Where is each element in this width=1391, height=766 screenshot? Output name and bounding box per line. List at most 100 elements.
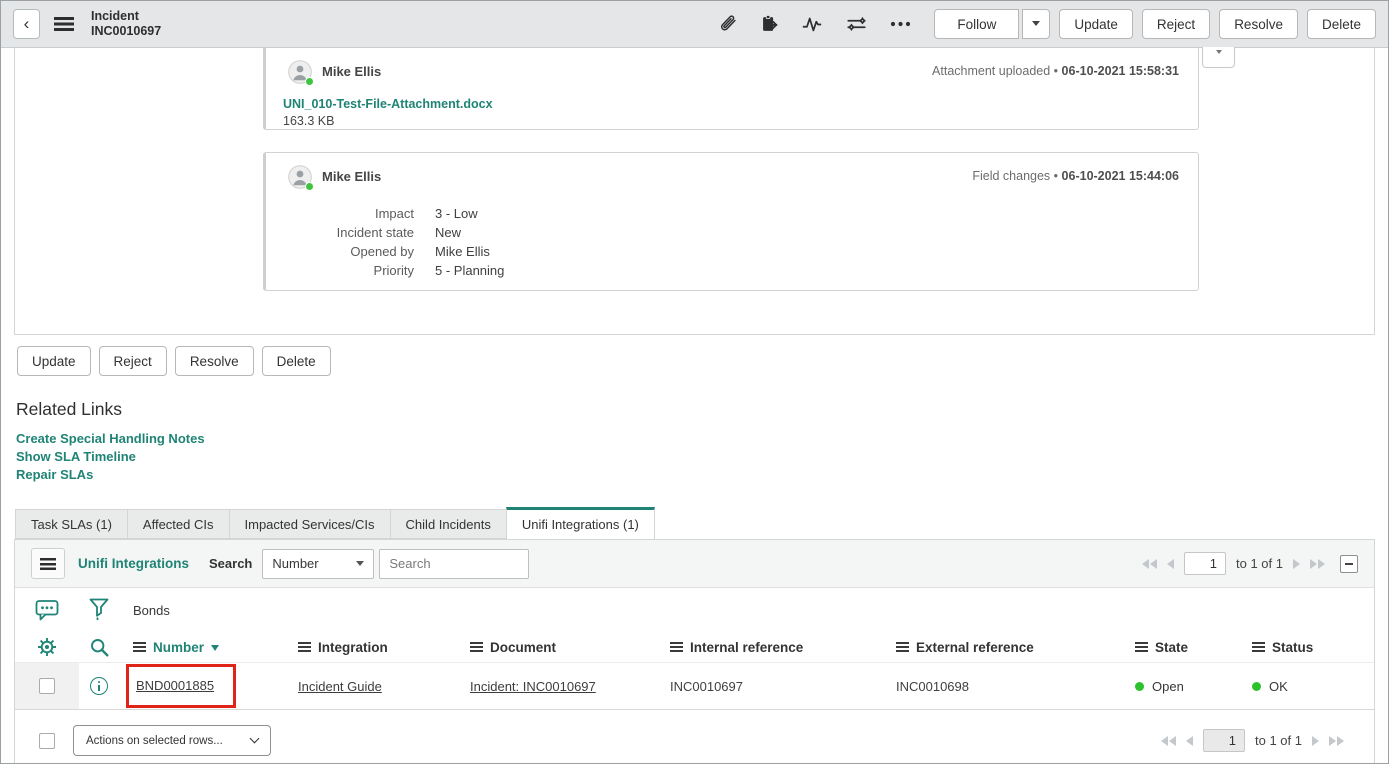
gear-icon[interactable] xyxy=(15,632,79,662)
last-page-icon[interactable] xyxy=(1329,736,1344,746)
first-page-icon[interactable] xyxy=(1142,559,1157,569)
record-number: INC0010697 xyxy=(91,24,161,39)
update-button[interactable]: Update xyxy=(17,346,91,376)
related-list-tabs: Task SLAs (1) Affected CIs Impacted Serv… xyxy=(15,507,1388,539)
back-chevron-icon: ‹ xyxy=(24,14,30,34)
tab-affected-cis[interactable]: Affected CIs xyxy=(127,509,230,539)
related-links-heading: Related Links xyxy=(16,399,1388,420)
avatar xyxy=(288,60,312,84)
activity-action: Field changes xyxy=(972,169,1050,183)
delete-button[interactable]: Delete xyxy=(262,346,331,376)
tab-task-slas[interactable]: Task SLAs (1) xyxy=(15,509,128,539)
search-input[interactable] xyxy=(379,549,529,579)
related-link-repair-slas[interactable]: Repair SLAs xyxy=(16,466,1388,484)
paperclip-icon[interactable] xyxy=(717,13,738,35)
related-link-show-sla-timeline[interactable]: Show SLA Timeline xyxy=(16,448,1388,466)
list-group-row: Bonds xyxy=(15,588,1374,632)
list-pagination-top: to 1 of 1 xyxy=(1142,552,1325,575)
clipboard-export-icon[interactable] xyxy=(759,13,779,35)
column-menu-icon xyxy=(1135,642,1148,652)
collapse-list-button[interactable] xyxy=(1340,555,1358,573)
resolve-button[interactable]: Resolve xyxy=(175,346,254,376)
follow-button[interactable]: Follow xyxy=(934,9,1019,39)
highlight-annotation: BND0001885 xyxy=(126,664,236,708)
personalize-icon[interactable] xyxy=(845,13,868,35)
page-title: Incident INC0010697 xyxy=(91,9,161,39)
related-link-create-special-handling-notes[interactable]: Create Special Handling Notes xyxy=(16,430,1388,448)
state-green-dot xyxy=(1135,682,1144,691)
group-label: Bonds xyxy=(119,603,1374,618)
row-select-cell xyxy=(15,663,79,709)
app-window: ‹ Incident INC0010697 Follow xyxy=(0,0,1389,764)
tab-child-incidents[interactable]: Child Incidents xyxy=(390,509,507,539)
update-button[interactable]: Update xyxy=(1059,9,1133,39)
list-menu-button[interactable] xyxy=(31,548,65,579)
page-number-input[interactable] xyxy=(1184,552,1226,575)
next-page-icon[interactable] xyxy=(1312,736,1319,746)
list-title[interactable]: Unifi Integrations xyxy=(78,556,189,571)
hamburger-icon xyxy=(40,558,56,570)
cell-integration: Incident Guide xyxy=(284,679,456,694)
activity-entry-attachment: Mike Ellis Attachment uploaded • 06-10-2… xyxy=(263,48,1199,130)
presence-dot xyxy=(305,77,314,86)
follow-dropdown-button[interactable] xyxy=(1022,9,1050,39)
attachment-size: 163.3 KB xyxy=(283,114,1198,128)
cell-state: Open xyxy=(1121,679,1238,694)
actions-select[interactable]: Actions on selected rows... xyxy=(73,725,271,756)
back-button[interactable]: ‹ xyxy=(13,9,40,39)
column-header-document[interactable]: Document xyxy=(456,640,656,655)
page-number-input[interactable] xyxy=(1203,729,1245,752)
attachment-link[interactable]: UNI_010-Test-File-Attachment.docx xyxy=(283,97,493,111)
column-header-integration[interactable]: Integration xyxy=(284,640,456,655)
activity-action: Attachment uploaded xyxy=(932,64,1050,78)
table-row: BND0001885 Incident Guide Incident: INC0… xyxy=(15,663,1374,710)
column-header-external-reference[interactable]: External reference xyxy=(882,640,1121,655)
activity-stream-panel: Mike Ellis Attachment uploaded • 06-10-2… xyxy=(14,48,1375,335)
list-toolbar: Unifi Integrations Search Number to 1 of… xyxy=(15,540,1374,588)
comments-bubble-icon[interactable] xyxy=(15,588,79,632)
column-header-number[interactable]: Number xyxy=(119,639,284,655)
field-changes-list: Impact3 - Low Incident stateNew Opened b… xyxy=(266,204,1198,280)
filter-funnel-icon[interactable] xyxy=(79,588,119,632)
cell-document: Incident: INC0010697 xyxy=(456,679,656,694)
tab-impacted-services-cis[interactable]: Impacted Services/CIs xyxy=(229,509,391,539)
list-pagination-bottom: to 1 of 1 xyxy=(1161,729,1344,752)
bond-number-link[interactable]: BND0001885 xyxy=(136,678,214,693)
column-header-status[interactable]: Status xyxy=(1238,640,1374,655)
activity-stream-icon[interactable] xyxy=(800,13,824,35)
resolve-button[interactable]: Resolve xyxy=(1219,9,1298,39)
search-column-value: Number xyxy=(272,556,318,571)
last-page-icon[interactable] xyxy=(1310,559,1325,569)
column-header-state[interactable]: State xyxy=(1121,640,1238,655)
search-rows-icon[interactable] xyxy=(79,632,119,662)
collapsed-toolbar-button[interactable] xyxy=(1202,47,1235,68)
reject-button[interactable]: Reject xyxy=(1142,9,1210,39)
next-page-icon[interactable] xyxy=(1293,559,1300,569)
column-menu-icon xyxy=(470,642,483,652)
presence-dot xyxy=(305,182,314,191)
column-header-internal-reference[interactable]: Internal reference xyxy=(656,640,882,655)
activity-timestamp: 06-10-2021 15:44:06 xyxy=(1062,169,1179,183)
cell-internal-reference: INC0010697 xyxy=(656,679,882,694)
info-icon[interactable] xyxy=(79,663,119,709)
chevron-down-icon xyxy=(1032,21,1040,30)
reject-button[interactable]: Reject xyxy=(99,346,167,376)
previous-page-icon[interactable] xyxy=(1186,736,1193,746)
context-menu-icon[interactable] xyxy=(54,17,74,31)
tab-unifi-integrations[interactable]: Unifi Integrations (1) xyxy=(506,507,655,540)
integration-link[interactable]: Incident Guide xyxy=(298,679,382,694)
previous-page-icon[interactable] xyxy=(1167,559,1174,569)
delete-button[interactable]: Delete xyxy=(1307,9,1376,39)
first-page-icon[interactable] xyxy=(1161,736,1176,746)
activity-user: Mike Ellis xyxy=(322,64,381,79)
field-label: Opened by xyxy=(266,242,414,261)
document-link[interactable]: Incident: INC0010697 xyxy=(470,679,596,694)
cell-number: BND0001885 xyxy=(119,664,284,708)
search-label: Search xyxy=(209,556,252,571)
search-column-select[interactable]: Number xyxy=(262,549,374,579)
row-checkbox[interactable] xyxy=(39,678,55,694)
cell-external-reference: INC0010698 xyxy=(882,679,1121,694)
more-options-icon[interactable] xyxy=(889,20,912,28)
avatar xyxy=(288,165,312,189)
select-all-checkbox[interactable] xyxy=(39,733,55,749)
